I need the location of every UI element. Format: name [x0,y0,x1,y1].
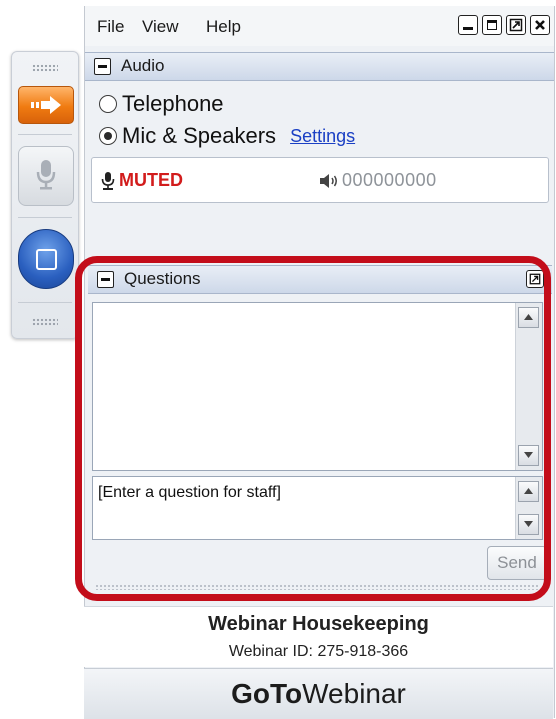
menu-bar: File View Help [85,6,554,46]
questions-log [92,302,543,471]
menu-view[interactable]: View [142,17,179,37]
mic-speakers-option[interactable]: Mic & Speakers Settings [99,123,355,149]
question-input-text[interactable]: [Enter a question for staff] [98,484,281,502]
speaker-level-meter: 000000000 [342,170,437,190]
panel-resize-grip[interactable] [95,584,540,590]
webinar-title: Webinar Housekeeping [208,613,429,635]
stop-screen-icon [36,249,57,270]
gotowebinar-logo: GoToWebinar [84,678,553,710]
scroll-down-button[interactable] [518,445,539,466]
questions-title: Questions [124,269,201,288]
minimize-icon[interactable] [458,15,478,35]
menu-file[interactable]: File [97,17,124,37]
scroll-up-icon [524,488,533,494]
logo-webinar: Webinar [302,678,406,709]
microphone-muted-status: MUTED [119,170,183,190]
questions-log-scrollbar[interactable] [515,303,542,470]
question-input-field[interactable]: [Enter a question for staff] [92,476,543,540]
microphone-icon [101,172,115,190]
audio-settings-link[interactable]: Settings [290,126,355,147]
scroll-up-icon [524,314,533,320]
scroll-down-icon [524,521,533,527]
restore-icon[interactable] [506,15,526,35]
send-question-button[interactable]: Send [487,546,547,580]
toolbar-divider [18,134,72,135]
scroll-up-button[interactable] [518,481,539,502]
question-input-scrollbar[interactable] [515,477,542,539]
logo-goto: GoTo [231,678,303,709]
webinar-id: Webinar ID: 275-918-366 [228,643,409,660]
window-controls [458,15,550,35]
scroll-up-button[interactable] [518,307,539,328]
telephone-radio[interactable] [99,95,117,113]
grip-handle-bottom[interactable] [32,318,58,326]
mic-speakers-label: Mic & Speakers [122,123,277,148]
menu-help[interactable]: Help [206,17,241,37]
toolbar-divider [18,302,72,303]
collapse-audio-icon[interactable] [94,58,111,75]
show-hide-panel-button[interactable] [18,86,74,124]
scroll-down-button[interactable] [518,514,539,535]
mute-microphone-button[interactable] [18,146,74,206]
questions-section-header: Questions [88,265,552,294]
popout-icon[interactable] [526,270,544,288]
audio-status-box: MUTED 000000000 [91,157,549,203]
speaker-icon [320,174,337,188]
stop-screen-sharing-button[interactable] [18,229,74,289]
brand-bar: GoToWebinar [84,668,553,719]
grab-tab-toolbar [11,51,79,339]
mic-speakers-radio[interactable] [99,127,117,145]
microphone-icon [36,160,56,190]
scroll-down-icon [524,452,533,458]
toolbar-divider [18,217,72,218]
grip-handle-top[interactable] [32,64,58,72]
telephone-label: Telephone [122,91,224,116]
arrow-right-icon [31,96,61,114]
telephone-option[interactable]: Telephone [99,91,224,117]
webinar-info-footer: Webinar Housekeeping Webinar ID: 275-918… [84,606,553,667]
collapse-questions-icon[interactable] [97,271,114,288]
maximize-icon[interactable] [482,15,502,35]
audio-section-header: Audio [85,52,554,81]
close-icon[interactable] [530,15,550,35]
audio-title: Audio [121,56,165,75]
